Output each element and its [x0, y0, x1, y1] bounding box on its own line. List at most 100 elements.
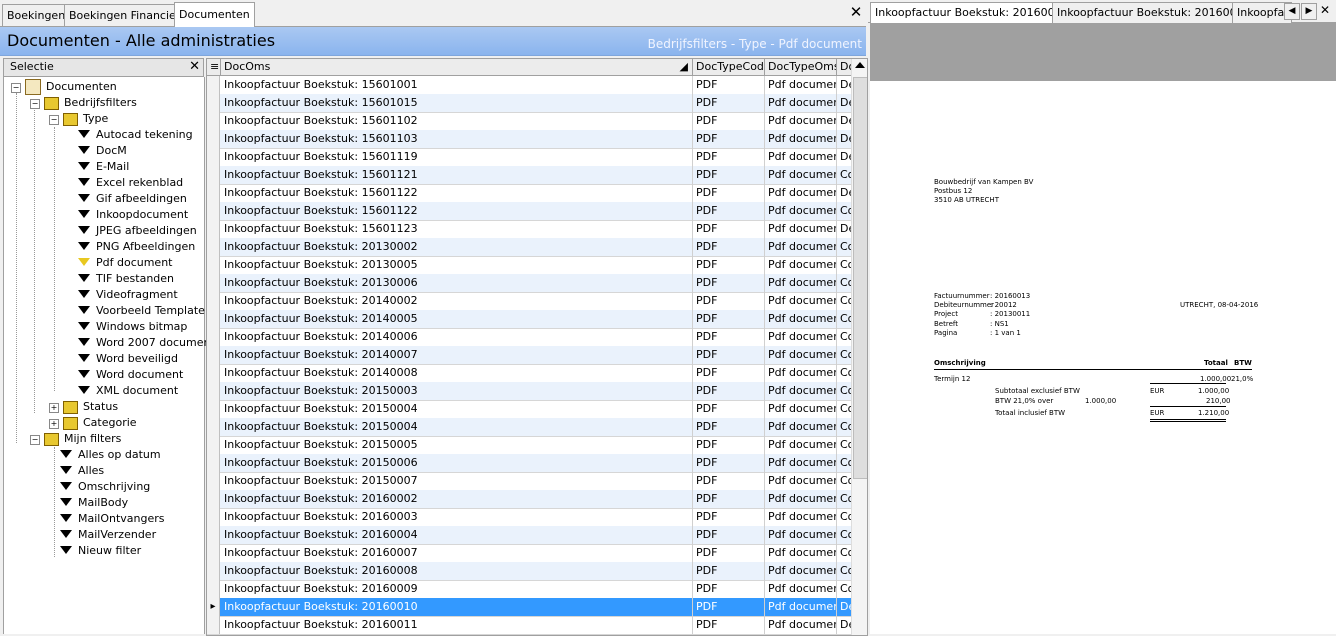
table-cell[interactable]: Pdf document: [765, 364, 837, 382]
row-indicator[interactable]: [207, 580, 220, 598]
table-cell[interactable]: Pdf document: [765, 256, 837, 274]
table-cell[interactable]: Inkoopfactuur Boekstuk: 15601103: [221, 130, 693, 148]
scrollbar-thumb[interactable]: [853, 77, 867, 479]
table-cell[interactable]: Pdf document: [765, 400, 837, 418]
table-row[interactable]: Inkoopfactuur Boekstuk: 20150007 PDF Pdf d…: [207, 472, 855, 491]
row-indicator[interactable]: [207, 346, 220, 364]
table-cell[interactable]: Inkoopfactuur Boekstuk: 20160007: [221, 544, 693, 562]
table-cell[interactable]: Pdf document: [765, 166, 837, 184]
table-cell[interactable]: Pdf document: [765, 148, 837, 166]
table-cell[interactable]: PDF: [693, 508, 765, 526]
preview-tab-more[interactable]: Inkoopfa: [1232, 2, 1292, 23]
close-icon[interactable]: ✕: [189, 59, 200, 74]
tree-my-filter-item[interactable]: Alles: [60, 463, 104, 479]
row-indicator[interactable]: [207, 238, 220, 256]
table-cell[interactable]: Inkoopfactuur Boekstuk: 20140008: [221, 364, 693, 382]
tree-my-filter-item[interactable]: Alles op datum: [60, 447, 161, 463]
table-cell[interactable]: PDF: [693, 346, 765, 364]
table-cell[interactable]: Pdf document: [765, 382, 837, 400]
column-header-doctypecode[interactable]: DocTypeCode: [693, 59, 765, 75]
table-row[interactable]: Inkoopfactuur Boekstuk: 20160007 PDF Pdf d…: [207, 544, 855, 563]
table-cell[interactable]: Pdf document: [765, 310, 837, 328]
table-cell[interactable]: Pdf document: [765, 418, 837, 436]
table-cell[interactable]: Pdf document: [765, 238, 837, 256]
prev-tab-icon[interactable]: ◀: [1284, 3, 1300, 20]
table-cell[interactable]: Inkoopfactuur Boekstuk: 20140006: [221, 328, 693, 346]
row-indicator[interactable]: [207, 526, 220, 544]
table-cell[interactable]: Inkoopfactuur Boekstuk: 20140007: [221, 346, 693, 364]
table-cell[interactable]: Inkoopfactuur Boekstuk: 20130005: [221, 256, 693, 274]
row-indicator[interactable]: [207, 310, 220, 328]
table-row[interactable]: Inkoopfactuur Boekstuk: 15601121 PDF Pdf d…: [207, 166, 855, 185]
table-cell[interactable]: Inkoopfactuur Boekstuk: 20150003: [221, 382, 693, 400]
table-cell[interactable]: PDF: [693, 328, 765, 346]
row-indicator[interactable]: [207, 328, 220, 346]
tree-filter-item[interactable]: Windows bitmap: [78, 319, 187, 335]
table-cell[interactable]: PDF: [693, 490, 765, 508]
column-header-doctypeoms[interactable]: DocTypeOms: [765, 59, 837, 75]
table-row[interactable]: Inkoopfactuur Boekstuk: 20140002 PDF Pdf d…: [207, 292, 855, 311]
table-cell[interactable]: Inkoopfactuur Boekstuk: 15601121: [221, 166, 693, 184]
table-row[interactable]: Inkoopfactuur Boekstuk: 15601119 PDF Pdf d…: [207, 148, 855, 167]
tree-filter-item[interactable]: Inkoopdocument: [78, 207, 188, 223]
table-cell[interactable]: Pdf document: [765, 94, 837, 112]
tree-filter-item[interactable]: E-Mail: [78, 159, 129, 175]
table-cell[interactable]: PDF: [693, 292, 765, 310]
table-row[interactable]: Inkoopfactuur Boekstuk: 15601122 PDF Pdf d…: [207, 202, 855, 221]
scroll-up-icon[interactable]: [855, 62, 865, 68]
row-indicator[interactable]: [207, 544, 220, 562]
row-indicator[interactable]: [207, 76, 220, 94]
table-cell[interactable]: Inkoopfactuur Boekstuk: 20150004: [221, 418, 693, 436]
tree-filter-item[interactable]: Gif afbeeldingen: [78, 191, 187, 207]
row-indicator[interactable]: [207, 364, 220, 382]
row-indicator[interactable]: [207, 292, 220, 310]
table-cell[interactable]: Pdf document: [765, 220, 837, 238]
row-indicator[interactable]: [207, 454, 220, 472]
tree-my-filter-item[interactable]: Omschrijving: [60, 479, 150, 495]
table-row[interactable]: Inkoopfactuur Boekstuk: 20130006 PDF Pdf d…: [207, 274, 855, 293]
table-cell[interactable]: Inkoopfactuur Boekstuk: 20140005: [221, 310, 693, 328]
tree-filter-item[interactable]: Word document: [78, 367, 183, 383]
tree-filter-item[interactable]: XML document: [78, 383, 178, 399]
table-cell[interactable]: Inkoopfactuur Boekstuk: 20150006: [221, 454, 693, 472]
table-cell[interactable]: Pdf document: [765, 454, 837, 472]
vertical-scrollbar[interactable]: [851, 59, 867, 635]
table-cell[interactable]: Inkoopfactuur Boekstuk: 20160003: [221, 508, 693, 526]
table-cell[interactable]: PDF: [693, 130, 765, 148]
table-cell[interactable]: Inkoopfactuur Boekstuk: 15601122: [221, 202, 693, 220]
table-cell[interactable]: Pdf document: [765, 76, 837, 94]
row-indicator[interactable]: [207, 166, 220, 184]
table-row[interactable]: ▸ Inkoopfactuur Boekstuk: 20160010 PDF Pdf …: [207, 598, 855, 617]
table-row[interactable]: Inkoopfactuur Boekstuk: 20150006 PDF Pdf d…: [207, 454, 855, 473]
table-row[interactable]: Inkoopfactuur Boekstuk: 20150003 PDF Pdf d…: [207, 382, 855, 401]
row-indicator-icon[interactable]: ▸: [207, 598, 220, 616]
table-cell[interactable]: Pdf document: [765, 472, 837, 490]
row-indicator[interactable]: [207, 616, 220, 634]
table-cell[interactable]: PDF: [693, 544, 765, 562]
row-indicator[interactable]: [207, 562, 220, 580]
row-indicator[interactable]: [207, 220, 220, 238]
tree-my-filter-item[interactable]: MailBody: [60, 495, 128, 511]
table-cell[interactable]: PDF: [693, 382, 765, 400]
table-cell[interactable]: Inkoopfactuur Boekstuk: 15601001: [221, 76, 693, 94]
tree-filter-item[interactable]: JPEG afbeeldingen: [78, 223, 197, 239]
tree-filter-item[interactable]: Word beveiligd: [78, 351, 178, 367]
table-cell[interactable]: Inkoopfactuur Boekstuk: 20130002: [221, 238, 693, 256]
table-cell[interactable]: Inkoopfactuur Boekstuk: 20160010: [221, 598, 693, 616]
table-cell[interactable]: Inkoopfactuur Boekstuk: 20160002: [221, 490, 693, 508]
table-cell[interactable]: PDF: [693, 148, 765, 166]
table-cell[interactable]: Inkoopfactuur Boekstuk: 20150004: [221, 400, 693, 418]
tab-boekingen[interactable]: Boekingen: [2, 4, 71, 26]
table-cell[interactable]: Inkoopfactuur Boekstuk: 20160008: [221, 562, 693, 580]
table-cell[interactable]: PDF: [693, 220, 765, 238]
table-cell[interactable]: PDF: [693, 184, 765, 202]
table-cell[interactable]: Pdf document: [765, 598, 837, 616]
table-cell[interactable]: PDF: [693, 418, 765, 436]
table-cell[interactable]: Inkoopfactuur Boekstuk: 15601123: [221, 220, 693, 238]
table-cell[interactable]: PDF: [693, 166, 765, 184]
table-row[interactable]: Inkoopfactuur Boekstuk: 20130002 PDF Pdf d…: [207, 238, 855, 257]
tab-documenten[interactable]: Documenten: [174, 2, 255, 27]
row-indicator[interactable]: [207, 472, 220, 490]
table-cell[interactable]: Pdf document: [765, 112, 837, 130]
row-indicator[interactable]: [207, 256, 220, 274]
